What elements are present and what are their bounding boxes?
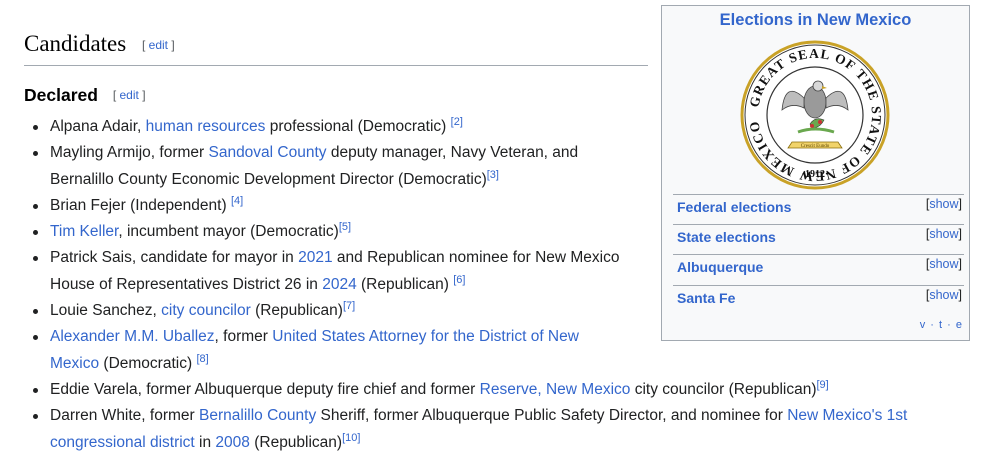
bracket-close: ] [958, 197, 962, 211]
candidate-text: , incumbent mayor (Democratic) [118, 223, 339, 241]
bracket-close: ] [958, 227, 962, 241]
vte-separator: · [947, 319, 952, 331]
reference-link[interactable]: [2] [451, 116, 463, 128]
new-mexico-seal-image[interactable]: GREAT SEAL OF THE STATE OF NEW MEXICO ·1… [740, 40, 890, 190]
candidate-text: , former [214, 328, 273, 346]
section-edit: [ edit ] [142, 38, 175, 52]
reference-link[interactable]: [7] [343, 300, 355, 312]
show-toggle-label[interactable]: show [929, 227, 958, 241]
infobox-collapsible-row: State elections [show] [673, 224, 964, 249]
talk-template-link[interactable]: t [939, 319, 943, 331]
svg-text:Crescit Eundo: Crescit Eundo [801, 144, 830, 149]
candidate-wiki-link[interactable]: 2024 [322, 276, 356, 293]
candidate-text: professional (Democratic) [265, 118, 451, 135]
bracket-open: [ [112, 88, 117, 102]
infobox-row-link[interactable]: Santa Fe [677, 290, 735, 306]
bracket-close: ] [958, 257, 962, 271]
candidate-wiki-link[interactable]: Sandoval County [208, 144, 326, 161]
candidate-text: Alpana Adair, [50, 118, 146, 135]
candidate-text: Louie Sanchez, [50, 302, 162, 320]
navbox-vte: v · t · e [920, 319, 963, 331]
candidate-text: (Republican) [249, 433, 343, 451]
reference-link[interactable]: [3] [487, 169, 499, 181]
candidate-item: Darren White, former Bernalillo County S… [33, 403, 980, 456]
bracket-close: ] [142, 88, 146, 102]
edit-template-link[interactable]: e [956, 319, 963, 331]
candidate-text: Mayling Armijo, former [50, 144, 209, 162]
candidate-wiki-link[interactable]: 2008 [215, 434, 249, 451]
infobox-row-link[interactable]: Federal elections [677, 199, 791, 215]
show-toggle[interactable]: [show] [926, 227, 962, 241]
subsection-title: Declared [24, 85, 98, 105]
bracket-open: [ [141, 38, 146, 52]
reference-link[interactable]: [10] [342, 432, 360, 444]
infobox-collapsible-row: Albuquerque [show] [673, 254, 964, 279]
edit-link[interactable]: edit [149, 38, 168, 52]
reference-link[interactable]: [5] [339, 221, 351, 233]
candidate-text: Sheriff, former Albuquerque Public Safet… [316, 407, 788, 425]
subsection-heading-declared: Declared [ edit ] [24, 85, 146, 106]
show-toggle[interactable]: [show] [926, 288, 962, 302]
svg-text:·1912·: ·1912· [802, 169, 829, 180]
reference-link[interactable]: [4] [231, 195, 243, 207]
infobox-row-link[interactable]: Albuquerque [677, 259, 763, 275]
infobox-row-link[interactable]: State elections [677, 229, 776, 245]
reference-link[interactable]: [6] [453, 274, 465, 286]
show-toggle-label[interactable]: show [929, 197, 958, 211]
candidate-wiki-link[interactable]: Reserve, New Mexico [480, 381, 631, 398]
infobox-collapsible-row: Federal elections [show] [673, 194, 964, 219]
candidate-item: Mayling Armijo, former Sandoval County d… [33, 140, 630, 193]
infobox-collapsible-row: Santa Fe [show] [673, 285, 964, 310]
infobox-title[interactable]: Elections in New Mexico [662, 11, 969, 30]
candidate-item: Alexander M.M. Uballez, former United St… [33, 324, 630, 377]
show-toggle-label[interactable]: show [929, 288, 958, 302]
bracket-close: ] [171, 38, 175, 52]
candidate-wiki-link[interactable]: city councilor [161, 302, 251, 319]
subsection-edit: [ edit ] [113, 88, 146, 102]
candidate-text: (Republican) [250, 302, 343, 320]
bracket-close: ] [958, 288, 962, 302]
show-toggle[interactable]: [show] [926, 197, 962, 211]
candidate-text: Eddie Varela, former Albuquerque deputy … [50, 380, 480, 398]
candidate-wiki-link[interactable]: 2021 [298, 249, 332, 266]
show-toggle-label[interactable]: show [929, 257, 958, 271]
candidate-text: Brian Fejer (Independent) [50, 196, 231, 214]
candidate-item: Eddie Varela, former Albuquerque deputy … [33, 377, 980, 403]
candidate-wiki-link[interactable]: Alexander M.M. Uballez [50, 328, 215, 345]
candidate-text: in [194, 433, 216, 451]
reference-link[interactable]: [9] [816, 379, 828, 391]
section-title: Candidates [24, 31, 127, 56]
reference-link[interactable]: [8] [196, 353, 208, 365]
candidate-item: Patrick Sais, candidate for mayor in 202… [33, 245, 630, 298]
show-toggle[interactable]: [show] [926, 257, 962, 271]
candidate-text: Darren White, former [50, 407, 200, 425]
candidate-text: Patrick Sais, candidate for mayor in [50, 249, 299, 267]
candidate-wiki-link[interactable]: Tim Keller [50, 223, 118, 240]
vte-separator: · [930, 319, 935, 331]
edit-link[interactable]: edit [120, 88, 139, 102]
candidate-wiki-link[interactable]: human resources [146, 118, 266, 135]
infobox-elections: Elections in New Mexico GREAT SEAL OF TH… [661, 5, 970, 341]
candidate-text: city councilor (Republican) [630, 380, 817, 398]
candidate-text: (Democratic) [99, 354, 197, 372]
section-heading-candidates: Candidates [ edit ] [24, 30, 648, 66]
candidate-text: (Republican) [356, 275, 454, 293]
candidate-wiki-link[interactable]: Bernalillo County [199, 407, 316, 424]
view-template-link[interactable]: v [920, 319, 927, 331]
